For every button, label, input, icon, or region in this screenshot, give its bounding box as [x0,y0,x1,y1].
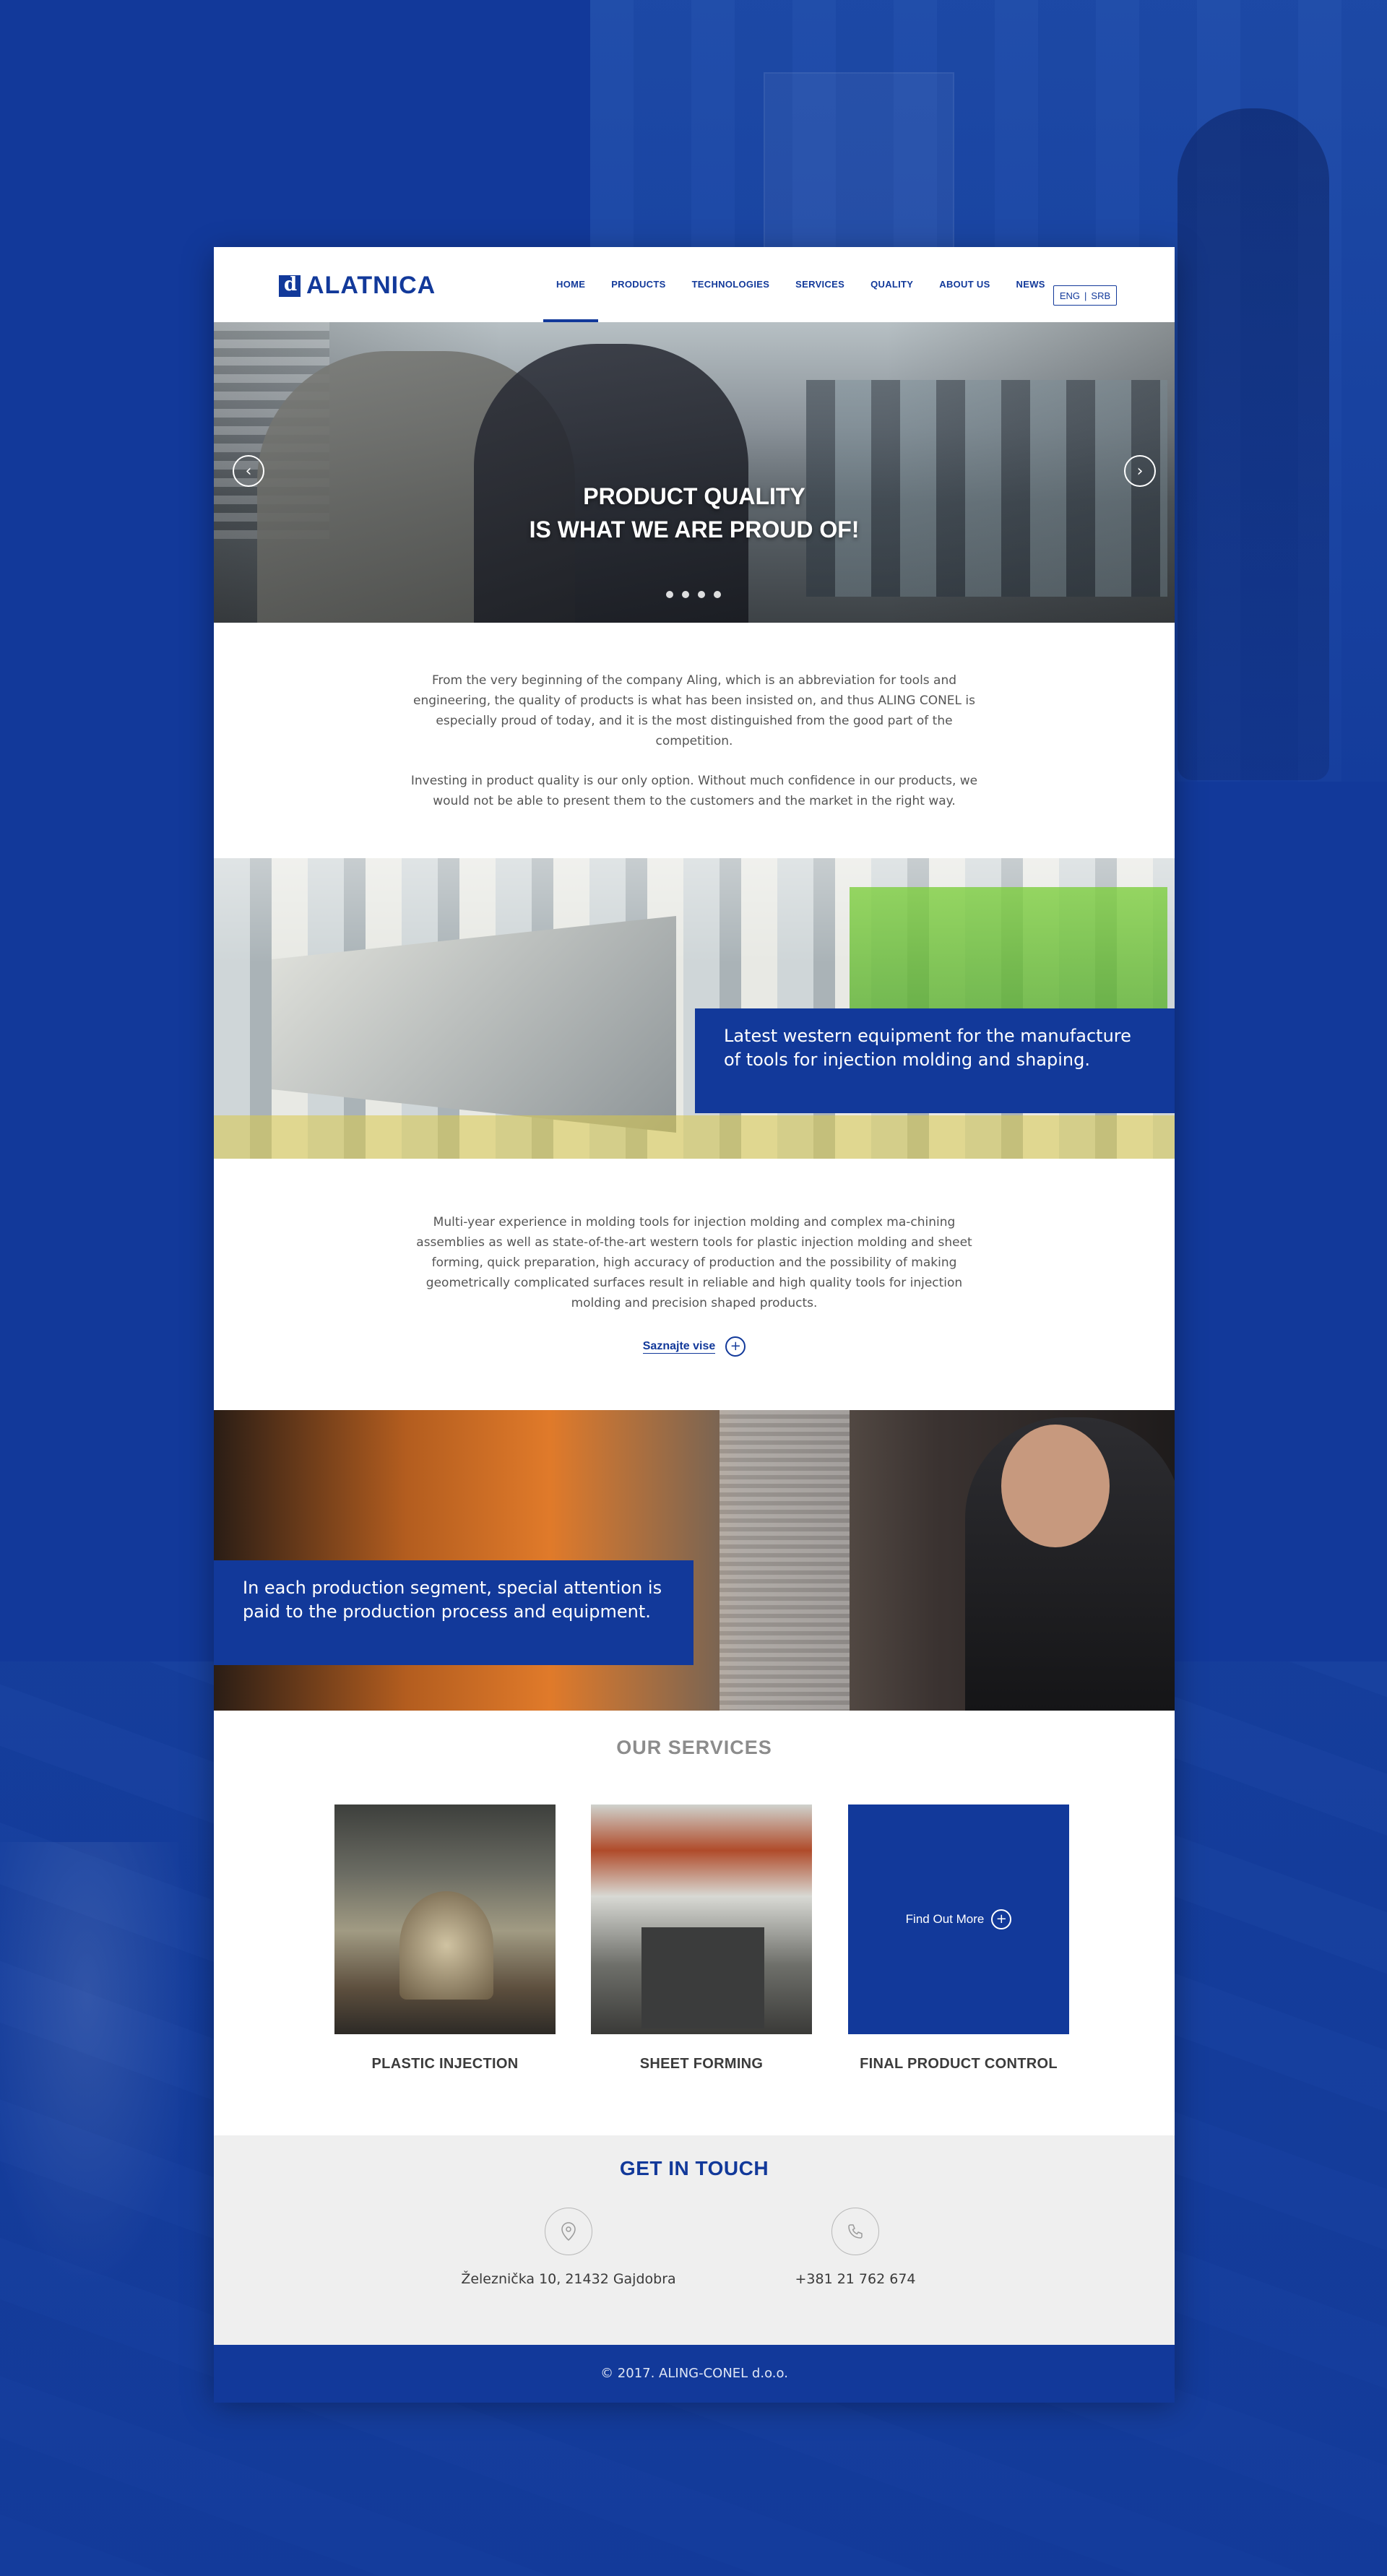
nav-home[interactable]: HOME [543,247,599,322]
plus-circle-icon[interactable]: + [725,1336,746,1357]
hero-title: PRODUCT QUALITY IS WHAT WE ARE PROUD OF! [214,480,1175,546]
copyright-text: © 2017. ALING-CONEL d.o.o. [600,2366,788,2381]
nav-services[interactable]: SERVICES [782,247,857,322]
logo-text: ALATNICA [306,272,436,299]
hero-slider: ‹ › PRODUCT QUALITY IS WHAT WE ARE PROUD… [214,322,1175,623]
segment-photo-machine-grille [720,1410,850,1711]
contact-phone: +381 21 762 674 [751,2208,960,2287]
main-menu: HOME PRODUCTS TECHNOLOGIES SERVICES QUAL… [543,247,1058,322]
service-card-final-product-control[interactable]: Find Out More + FINAL PRODUCT CONTROL [848,1805,1069,2073]
site-footer: © 2017. ALING-CONEL d.o.o. [214,2345,1175,2403]
plus-circle-icon[interactable]: + [991,1909,1012,1929]
phone-text[interactable]: +381 21 762 674 [751,2271,960,2287]
intro-section: From the very beginning of the company A… [214,623,1175,858]
equipment-caption: Latest western equipment for the manufac… [695,1008,1175,1113]
contact-section: GET IN TOUCH Železnička 10, 21432 Gajdob… [214,2135,1175,2345]
nav-technologies[interactable]: TECHNOLOGIES [679,247,783,322]
hero-title-line-1: PRODUCT QUALITY [583,483,805,509]
equipment-photo-machines [272,916,676,1133]
chevron-left-icon: ‹ [245,462,252,480]
segment-photo-band: In each production segment, special atte… [214,1410,1175,1711]
service-label[interactable]: SHEET FORMING [591,2056,812,2073]
nav-products[interactable]: PRODUCTS [598,247,678,322]
segment-caption: In each production segment, special atte… [214,1560,694,1665]
address-text: Železnička 10, 21432 Gajdobra [461,2271,676,2287]
nav-quality[interactable]: QUALITY [857,247,926,322]
experience-paragraph: Multi-year experience in molding tools f… [416,1215,972,1310]
services-title: OUR SERVICES [616,1737,772,1758]
phone-icon [831,2208,879,2255]
service-image-plastic-injection[interactable] [334,1805,556,2034]
service-label[interactable]: FINAL PRODUCT CONTROL [848,2056,1069,2073]
site-header: ALATNICA HOME PRODUCTS TECHNOLOGIES SERV… [214,247,1175,322]
lang-separator: | [1084,290,1087,301]
logo[interactable]: ALATNICA [279,272,436,300]
intro-paragraph-1: From the very beginning of the company A… [413,673,975,748]
slider-dot-4[interactable] [714,591,721,598]
nav-about-us[interactable]: ABOUT US [926,247,1003,322]
find-out-more-overlay[interactable]: Find Out More + [848,1805,1069,2034]
contact-title: GET IN TOUCH [619,2157,769,2179]
slider-dot-2[interactable] [682,591,689,598]
equipment-photo-band: Latest western equipment for the manufac… [214,858,1175,1159]
language-switcher: ENG | SRB [1053,285,1117,306]
learn-more-link[interactable]: Saznajte vise + [642,1336,746,1357]
hero-title-line-2: IS WHAT WE ARE PROUD OF! [529,517,860,543]
experience-section: Multi-year experience in molding tools f… [214,1159,1175,1410]
service-image-sheet-forming[interactable] [591,1805,812,2034]
lang-srb[interactable]: SRB [1091,290,1110,301]
services-section: OUR SERVICES PLASTIC INJECTION SHEET FOR… [214,1711,1175,2135]
intro-paragraph-2: Investing in product quality is our only… [410,773,978,808]
slider-dot-1[interactable] [666,591,673,598]
map-pin-icon [545,2208,592,2255]
service-card-sheet-forming[interactable]: SHEET FORMING [591,1805,812,2073]
logo-mark-icon [279,274,301,297]
slider-dot-3[interactable] [698,591,705,598]
learn-more-label[interactable]: Saznajte vise [642,1340,716,1354]
contact-address: Železnička 10, 21432 Gajdobra [453,2208,684,2287]
lang-eng[interactable]: ENG [1060,290,1080,301]
equipment-photo-floor [214,1115,1175,1159]
chevron-right-icon: › [1136,462,1144,480]
slider-dots [666,591,721,598]
service-card-plastic-injection[interactable]: PLASTIC INJECTION [334,1805,556,2073]
website-mockup: ALATNICA HOME PRODUCTS TECHNOLOGIES SERV… [214,247,1175,2403]
nav-news[interactable]: NEWS [1003,247,1058,322]
segment-photo-worker-face [1001,1425,1110,1547]
service-label[interactable]: PLASTIC INJECTION [334,2056,556,2073]
find-out-more-label[interactable]: Find Out More [906,1912,985,1927]
